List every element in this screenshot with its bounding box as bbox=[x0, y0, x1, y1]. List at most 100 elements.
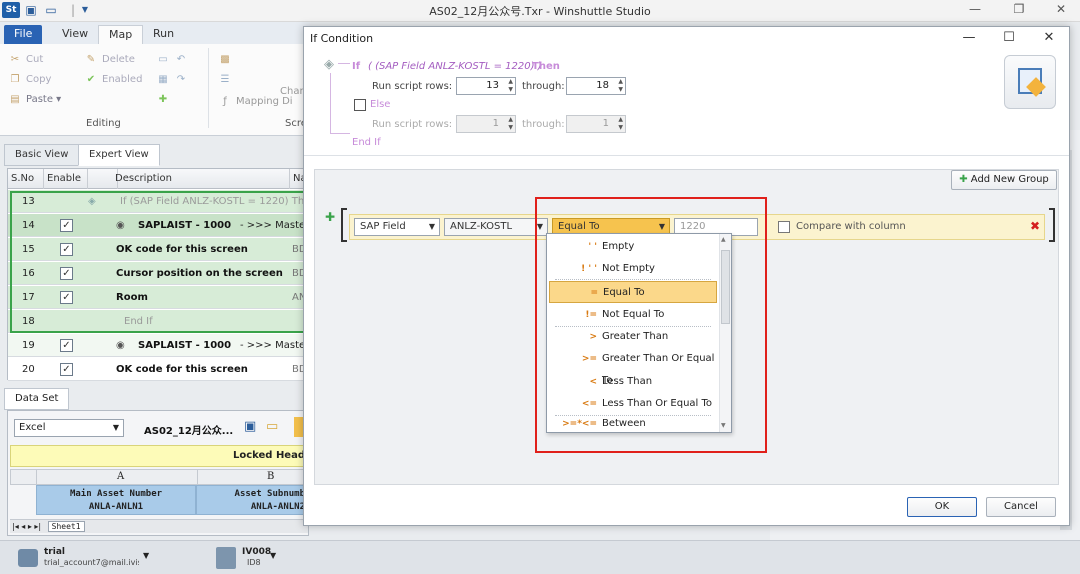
open-folder-icon[interactable]: ▭ bbox=[266, 419, 278, 434]
spinner-arrows-icon: ▲ ▼ bbox=[508, 116, 513, 131]
table-row[interactable]: 19 ✓ ◉ SAPLAIST - 1000 - >>> Maste bbox=[8, 334, 310, 357]
mapping-grid: S.No Enable Description Na 13 ◈ If (SAP … bbox=[7, 168, 310, 381]
branch-line bbox=[338, 63, 350, 64]
chevron-down-icon[interactable]: ▼ bbox=[270, 551, 276, 560]
compare-label: Compare with column bbox=[796, 221, 906, 232]
row-description: OK code for this screen bbox=[116, 364, 248, 375]
sheet-nav-icons[interactable]: |◂ ◂ ▸ ▸| bbox=[12, 522, 41, 531]
through-label: through: bbox=[522, 81, 565, 92]
close-icon[interactable]: ✕ bbox=[1034, 30, 1064, 48]
minimize-icon[interactable]: — bbox=[954, 30, 984, 48]
col-a-letter: A bbox=[117, 471, 125, 482]
field-type-select[interactable]: SAP Field ▼ bbox=[354, 218, 440, 236]
annotation-highlight-box bbox=[535, 197, 767, 453]
grid-header: S.No Enable Description Na bbox=[8, 169, 310, 189]
ribbon-icon-b[interactable]: ▦ ↷ bbox=[156, 72, 192, 88]
sap-system-icon bbox=[216, 547, 236, 569]
tab-expert-view[interactable]: Expert View bbox=[78, 144, 160, 166]
chevron-down-icon[interactable]: ▼ bbox=[143, 551, 149, 560]
else-checkbox[interactable] bbox=[354, 99, 366, 111]
ribbon-icon-c[interactable]: ✚ bbox=[156, 92, 174, 108]
dataset-panel: Data Set Excel ▼ AS02_12月公众... ▣ ▭ Locked… bbox=[4, 388, 309, 538]
field-name-select[interactable]: ANLZ-KOSTL ▼ bbox=[444, 218, 548, 236]
paste-button[interactable]: ▤ Paste ▾ bbox=[8, 92, 61, 108]
window-title-bar: St ▣ ▭ | ▼ AS02_12月公众号.Txr - Winshuttle … bbox=[0, 0, 1080, 22]
enable-checkbox[interactable]: ✓ bbox=[60, 339, 73, 352]
col-divider bbox=[197, 470, 198, 484]
ribbon-icon-e[interactable]: ☰ bbox=[218, 72, 236, 88]
else-through-label: through: bbox=[522, 119, 565, 130]
from-row-spinner[interactable]: 13 ▲ ▼ bbox=[456, 77, 516, 95]
screen-icon: ◉ bbox=[116, 340, 125, 351]
col-a-header[interactable]: Main Asset Number ANLA-ANLN1 bbox=[36, 485, 196, 515]
else-from-spinner: 1 ▲ ▼ bbox=[456, 115, 516, 133]
if-keyword: If bbox=[352, 61, 361, 72]
enabled-button[interactable]: ✔ Enabled bbox=[84, 72, 143, 88]
tab-basic-view[interactable]: Basic View bbox=[4, 144, 80, 166]
chevron-down-icon: ▼ bbox=[428, 222, 435, 231]
spinner-arrows-icon[interactable]: ▲ ▼ bbox=[618, 78, 623, 94]
dialog-title-bar: If Condition — ☐ ✕ bbox=[304, 27, 1069, 51]
change-button[interactable]: Chan bbox=[280, 84, 306, 100]
enable-checkbox[interactable]: ✓ bbox=[60, 363, 73, 376]
end-if-label: End If bbox=[352, 137, 381, 148]
col-enable[interactable]: Enable bbox=[44, 169, 88, 189]
spinner-arrows-icon[interactable]: ▲ ▼ bbox=[508, 78, 513, 94]
ribbon-divider bbox=[208, 48, 209, 128]
add-condition-icon[interactable]: ✚ bbox=[325, 210, 335, 224]
tab-data-set[interactable]: Data Set bbox=[4, 388, 70, 410]
sheet-bar: |◂ ◂ ▸ ▸| Sheet1 bbox=[10, 519, 308, 533]
condition-text: ( (SAP Field ANLZ-KOSTL = 1220) ) bbox=[368, 61, 542, 72]
open-bracket bbox=[341, 208, 347, 242]
user-name: trial bbox=[44, 547, 65, 557]
clipboard-icon: ▤ bbox=[10, 94, 20, 105]
user-account: trial_account7@mail.ivisi bbox=[44, 558, 139, 567]
else-label: Else bbox=[370, 99, 391, 110]
save-icon[interactable]: ▣ bbox=[244, 419, 256, 434]
table-row[interactable]: 20 ✓ OK code for this screen BD bbox=[8, 358, 310, 381]
source-select[interactable]: Excel ▼ bbox=[14, 419, 124, 437]
user-icon bbox=[18, 549, 38, 567]
add-new-group-button[interactable]: ✚ Add New Group bbox=[951, 170, 1057, 190]
copy-icon: ❐ bbox=[10, 74, 20, 85]
minimize-icon[interactable]: — bbox=[960, 2, 990, 20]
if-block-outline bbox=[10, 191, 308, 333]
ribbon-icon-d[interactable]: ▩ bbox=[218, 52, 236, 68]
cut-button[interactable]: ✂ Cut bbox=[8, 52, 43, 68]
chevron-down-icon: ▼ bbox=[112, 423, 119, 432]
cancel-button[interactable]: Cancel bbox=[986, 497, 1056, 517]
function-icon: ƒ bbox=[223, 96, 227, 107]
restore-icon[interactable]: ❐ bbox=[1004, 2, 1034, 20]
condition-summary: ◈ If ( (SAP Field ANLZ-KOSTL = 1220) ) T… bbox=[304, 51, 1069, 161]
delete-button[interactable]: ✎ Delete bbox=[84, 52, 135, 68]
ok-button[interactable]: OK bbox=[907, 497, 977, 517]
tab-run[interactable]: Run bbox=[143, 25, 184, 44]
maximize-icon[interactable]: ☐ bbox=[994, 30, 1024, 48]
tab-file[interactable]: File bbox=[4, 25, 43, 44]
compare-checkbox[interactable] bbox=[778, 221, 790, 233]
remove-condition-icon[interactable]: ✖ bbox=[1030, 219, 1040, 233]
col-description[interactable]: Description bbox=[112, 169, 290, 189]
add-group-icon: ✚ bbox=[959, 174, 968, 185]
list-icon: ☰ bbox=[220, 74, 230, 85]
ribbon: ✂ Cut ❐ Copy ▤ Paste ▾ ✎ Delete ✔ Enabled ▭ ↶ … bbox=[0, 44, 310, 136]
condition-icon: ◈ bbox=[324, 57, 334, 72]
file-name: AS02_12月公众... bbox=[144, 426, 234, 437]
to-row-spinner[interactable]: 18 ▲ ▼ bbox=[566, 77, 626, 95]
redo-icon: ↷ bbox=[176, 74, 186, 85]
editing-group-label: Editing bbox=[86, 118, 121, 129]
sheet-tab[interactable]: Sheet1 bbox=[47, 521, 85, 532]
comment-icon: ✚ bbox=[158, 94, 168, 105]
tab-view[interactable]: View bbox=[52, 25, 98, 44]
col-sno[interactable]: S.No bbox=[8, 169, 44, 189]
copy-button[interactable]: ❐ Copy bbox=[8, 72, 52, 88]
grid-icon: ▩ bbox=[220, 54, 230, 65]
locked-header: Locked Head bbox=[10, 445, 308, 467]
col-b-header[interactable]: Asset Subnumb ANLA-ANLN2 bbox=[196, 485, 308, 515]
dataset-box: Excel ▼ AS02_12月公众... ▣ ▭ Locked Head A B… bbox=[7, 410, 309, 536]
scissors-icon: ✂ bbox=[10, 54, 20, 65]
window-title: AS02_12月公众号.Txr - Winshuttle Studio bbox=[429, 5, 651, 18]
tab-map[interactable]: Map bbox=[98, 25, 144, 44]
ribbon-icon-a[interactable]: ▭ ↶ bbox=[156, 52, 192, 68]
close-icon[interactable]: ✕ bbox=[1046, 2, 1076, 20]
